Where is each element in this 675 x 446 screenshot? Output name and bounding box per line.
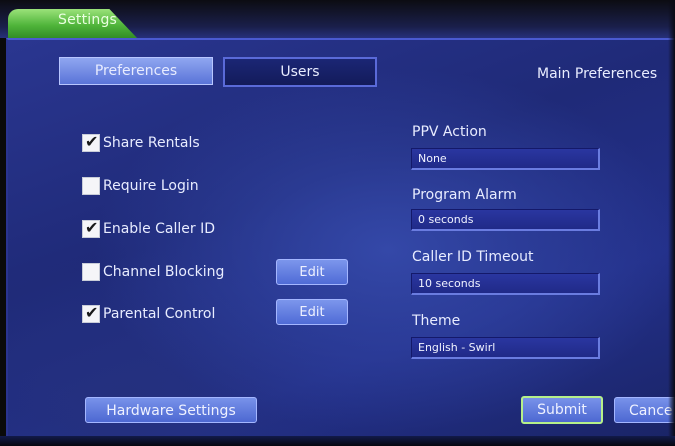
tab-users[interactable]: Users xyxy=(223,57,377,87)
enable-caller-id-label: Enable Caller ID xyxy=(103,221,215,237)
cancel-button[interactable]: Cance xyxy=(614,397,675,423)
screen-edge xyxy=(668,0,675,446)
require-login-option[interactable]: Require Login xyxy=(82,176,199,196)
theme-field[interactable]: English - Swirl xyxy=(411,337,600,359)
ppv-action-label: PPV Action xyxy=(412,124,487,140)
require-login-label: Require Login xyxy=(103,178,199,194)
parental-control-option[interactable]: ✔ Parental Control xyxy=(82,303,216,324)
channel-blocking-label: Channel Blocking xyxy=(103,264,225,280)
share-rentals-checkbox[interactable]: ✔ xyxy=(82,132,100,152)
program-alarm-field[interactable]: 0 seconds xyxy=(411,209,600,231)
checkmark-icon: ✔ xyxy=(85,132,99,151)
channel-blocking-edit-button[interactable]: Edit xyxy=(276,259,348,285)
share-rentals-option[interactable]: ✔ Share Rentals xyxy=(82,132,200,153)
enable-caller-id-option[interactable]: ✔ Enable Caller ID xyxy=(82,218,215,239)
screen-bottom-edge xyxy=(0,436,675,446)
settings-screen: Settings Preferences Users Main Preferen… xyxy=(0,0,675,446)
require-login-checkbox[interactable] xyxy=(82,177,100,195)
caller-id-timeout-label: Caller ID Timeout xyxy=(412,249,534,265)
enable-caller-id-checkbox[interactable]: ✔ xyxy=(82,218,100,238)
program-alarm-label: Program Alarm xyxy=(412,187,517,203)
parental-control-checkbox[interactable]: ✔ xyxy=(82,303,100,323)
settings-panel xyxy=(6,38,675,440)
section-heading: Main Preferences xyxy=(537,66,658,82)
theme-label: Theme xyxy=(412,313,461,329)
parental-control-label: Parental Control xyxy=(103,306,216,322)
hardware-settings-button[interactable]: Hardware Settings xyxy=(85,397,257,423)
channel-blocking-option[interactable]: Channel Blocking xyxy=(82,262,224,282)
submit-button[interactable]: Submit xyxy=(521,396,603,424)
checkmark-icon: ✔ xyxy=(85,218,99,237)
caller-id-timeout-field[interactable]: 10 seconds xyxy=(411,273,600,295)
share-rentals-label: Share Rentals xyxy=(103,135,200,151)
channel-blocking-checkbox[interactable] xyxy=(82,263,100,281)
tab-preferences[interactable]: Preferences xyxy=(59,57,213,85)
ppv-action-field[interactable]: None xyxy=(411,148,600,170)
parental-control-edit-button[interactable]: Edit xyxy=(276,299,348,325)
checkmark-icon: ✔ xyxy=(85,303,99,322)
window-title: Settings xyxy=(58,12,118,28)
